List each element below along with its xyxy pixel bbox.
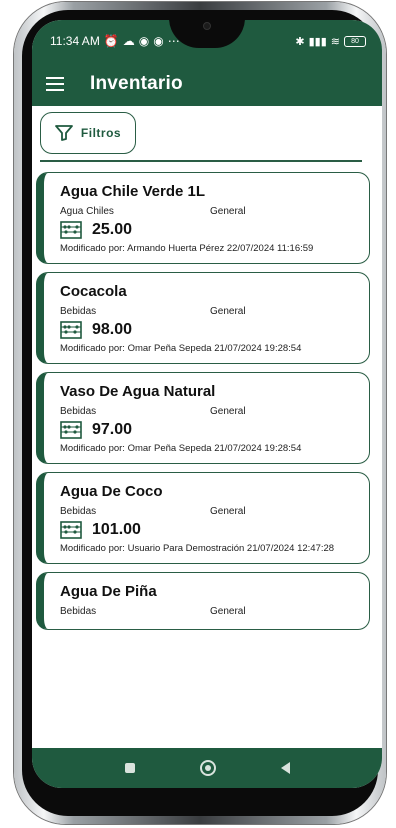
- item-category: Bebidas: [60, 406, 97, 417]
- abacus-icon: [60, 321, 82, 339]
- item-group: General: [210, 206, 246, 217]
- abacus-icon: [60, 221, 82, 239]
- item-quantity: 25.00: [92, 221, 133, 238]
- bluetooth-icon: ✱: [295, 35, 305, 48]
- back-icon[interactable]: [280, 762, 290, 774]
- inventory-item-card[interactable]: Cocacola Bebidas General 98.00 Modificado…: [36, 272, 370, 364]
- abacus-icon: [60, 521, 82, 539]
- item-name: Agua De Piña: [60, 583, 157, 600]
- filters-label: Filtros: [80, 126, 122, 140]
- app-screen: 11:34 AM ⏰ ☁ ◉ ◉ ⋯ ✱ ▮▮▮ ≋ 80 Inventario…: [32, 20, 382, 788]
- item-name: Agua Chile Verde 1L: [60, 183, 206, 200]
- item-modified: Modificado por: Omar Peña Sepeda 21/07/2…: [60, 443, 302, 454]
- abacus-icon: [60, 421, 82, 439]
- item-category: Bebidas: [60, 606, 97, 617]
- hamburger-menu-icon[interactable]: [46, 77, 64, 91]
- notification-icon: ◉: [138, 34, 150, 48]
- item-name: Vaso De Agua Natural: [60, 383, 216, 400]
- item-quantity: 101.00: [92, 521, 141, 538]
- home-icon[interactable]: [199, 760, 216, 776]
- recents-icon[interactable]: [124, 763, 135, 773]
- divider: [40, 160, 362, 162]
- item-group: General: [210, 406, 246, 417]
- camera-icon: [203, 22, 211, 30]
- app-bar: Inventario: [32, 62, 382, 106]
- alarm-icon: ⏰: [103, 34, 119, 48]
- item-quantity: 97.00: [92, 421, 133, 438]
- wifi-icon: ≋: [330, 35, 340, 48]
- item-group: General: [210, 506, 246, 517]
- item-quantity: 98.00: [92, 321, 133, 338]
- filter-funnel-icon: [55, 125, 73, 141]
- item-modified: Modificado por: Omar Peña Sepeda 21/07/2…: [60, 343, 302, 354]
- item-group: General: [210, 606, 246, 617]
- item-name: Agua De Coco: [60, 483, 163, 500]
- item-modified: Modificado por: Usuario Para Demostració…: [60, 543, 335, 554]
- page-title: Inventario: [90, 73, 183, 94]
- battery-icon: 80: [344, 35, 366, 47]
- filters-button[interactable]: Filtros: [40, 112, 136, 154]
- inventory-item-card[interactable]: Vaso De Agua Natural Bebidas General 97.0…: [36, 372, 370, 464]
- inventory-item-card[interactable]: Agua De Piña Bebidas General: [36, 572, 370, 630]
- item-group: General: [210, 306, 246, 317]
- item-category: Bebidas: [60, 306, 97, 317]
- item-name: Cocacola: [60, 283, 127, 300]
- item-category: Agua Chiles: [60, 206, 114, 217]
- notification-icon: ◉: [153, 34, 164, 48]
- inventory-item-card[interactable]: Agua Chile Verde 1L Agua Chiles General 2…: [36, 172, 370, 264]
- inventory-item-card[interactable]: Agua De Coco Bebidas General 101.00 Modif…: [36, 472, 370, 564]
- signal-icon: ▮▮▮: [308, 35, 327, 48]
- item-modified: Modificado por: Armando Huerta Pérez 22/…: [60, 243, 314, 254]
- cloud-icon: ☁: [122, 34, 135, 48]
- inventory-list: Agua Chile Verde 1L Agua Chiles General 2…: [36, 172, 370, 638]
- item-category: Bebidas: [60, 506, 97, 517]
- system-nav-bar: [32, 748, 382, 788]
- status-time: 11:34 AM: [50, 34, 100, 48]
